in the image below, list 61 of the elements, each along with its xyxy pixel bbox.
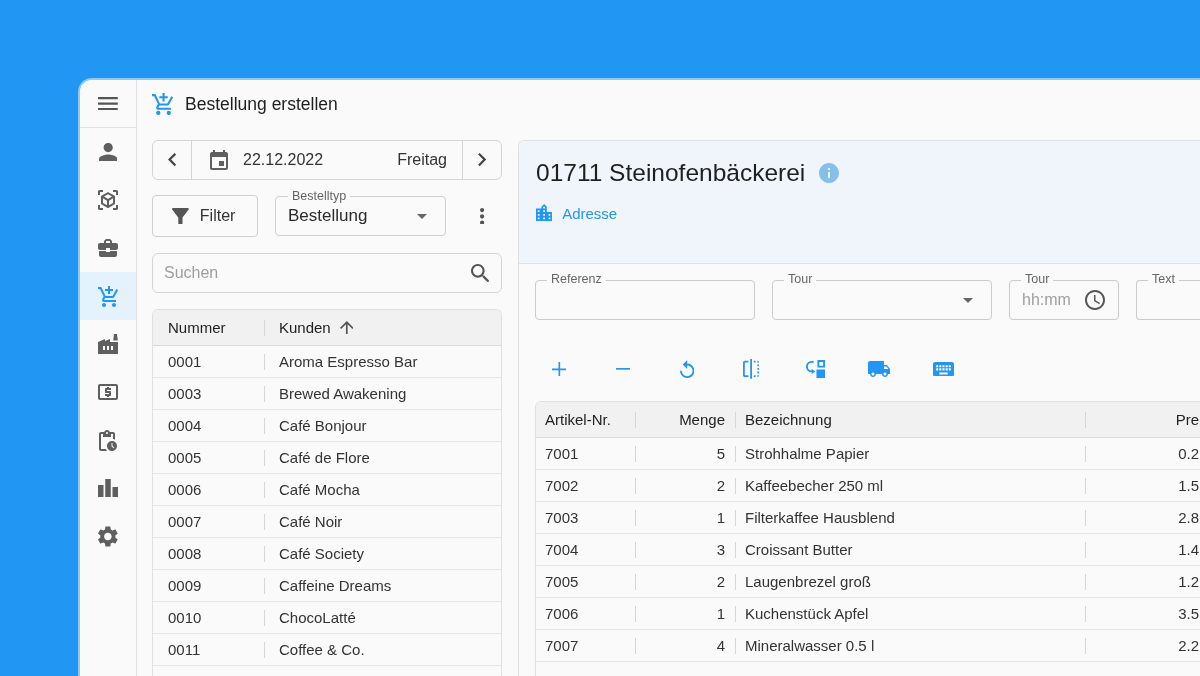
table-cell-text: 0008: [167, 544, 203, 564]
table-cell-text: 0001: [167, 352, 203, 372]
table-cell-text: 0004: [167, 416, 203, 436]
table-cell-text: 7004: [544, 540, 580, 560]
table-cell-text: 7001: [544, 444, 580, 464]
briefcase-icon: [98, 239, 118, 257]
truck-icon: [868, 361, 890, 377]
table-cell-text: 0005: [167, 448, 203, 468]
table-cell-text: 7006: [544, 604, 580, 624]
column-header[interactable]: Artikel-Nr.: [536, 402, 635, 437]
table-cell-text: 0006: [167, 480, 203, 500]
settings-icon: [98, 525, 118, 547]
table-cell-text: 0007: [167, 512, 203, 532]
dropdown-caret-icon: [963, 297, 973, 303]
customer-title: 01711 Steinofenbäckerei: [536, 159, 806, 187]
table-cell-text: 0010: [167, 608, 203, 628]
more-vertical-icon: [480, 207, 485, 225]
bar-chart-icon: [98, 479, 118, 497]
date-text: 22.12.2022: [243, 151, 324, 169]
column-header[interactable]: Nummer: [153, 310, 264, 345]
weekday-text: Freitag: [397, 151, 447, 169]
plus-icon: [551, 361, 567, 377]
cube-frame-icon: [98, 190, 118, 210]
person-icon: [98, 142, 118, 162]
search-field[interactable]: Suchen: [152, 253, 502, 293]
page-title: Bestellung erstellen: [185, 93, 338, 115]
field-label: Tour: [1021, 272, 1054, 286]
table-cell-text: 7007: [544, 636, 580, 656]
calendar-icon: [210, 150, 228, 170]
building-icon: [536, 204, 553, 222]
filter-button[interactable]: Filter: [152, 195, 258, 237]
field-label: Referenz: [547, 272, 606, 286]
filter-icon: [172, 207, 189, 225]
minus-icon: [615, 368, 631, 370]
factory-icon: [98, 334, 118, 354]
table-cell-text: 0011: [167, 640, 202, 660]
info-icon: [819, 163, 840, 183]
field-label: Tour: [784, 272, 817, 286]
dropdown-caret-icon: [417, 213, 427, 219]
cart-plus-icon: [152, 92, 175, 115]
table-cell-text: 0009: [167, 576, 203, 596]
clipboard-clock-icon: [99, 429, 117, 451]
sidebar-item[interactable]: [80, 272, 136, 320]
split-view-icon: [742, 359, 760, 379]
clock-icon: [1085, 290, 1105, 310]
select-value: Bestellung: [288, 206, 369, 226]
table-cell-text: 7002: [544, 476, 580, 496]
dollar-bill-icon: [98, 384, 118, 400]
field-label: Bestelltyp: [288, 189, 351, 203]
menu-icon: [98, 96, 118, 111]
keyboard-icon: [932, 361, 954, 377]
swap-icon: [805, 359, 825, 378]
circular-arrow-icon: [679, 360, 695, 378]
chevron-right-icon: [477, 153, 487, 167]
cart-plus-icon: [97, 285, 119, 307]
search-icon: [470, 264, 489, 283]
table-cell-text: 7005: [544, 572, 580, 592]
chevron-left-icon: [167, 153, 177, 167]
table-cell-text: 7003: [544, 508, 580, 528]
table-cell-text: 0003: [167, 384, 203, 404]
field-label: Text: [1148, 272, 1179, 286]
